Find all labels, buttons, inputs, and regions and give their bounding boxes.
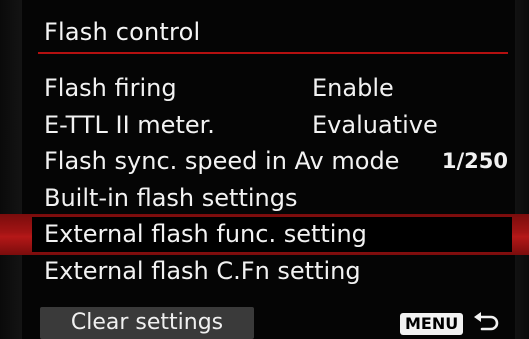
menu-item-flash-firing[interactable]: Flash firing Enable [24,70,516,107]
menu-item-flash-sync-speed[interactable]: Flash sync. speed in Av mode 1/250 [24,143,516,180]
footer-bar: Clear settings MENU [0,305,529,339]
camera-screen: Flash control Flash firing Enable E-TTL … [0,0,529,339]
page-title: Flash control [44,18,201,46]
menu-back-button[interactable]: MENU [400,311,500,335]
menu-item-external-flash-func[interactable]: External flash func. setting [0,214,529,254]
menu-item-label: External flash func. setting [44,220,367,248]
menu-item-value: Enable [312,74,394,102]
clear-settings-button[interactable]: Clear settings [40,307,254,339]
menu-item-label: E-TTL II meter. [44,110,215,139]
title-bar: Flash control [24,14,516,54]
menu-item-label: External flash C.Fn setting [44,256,361,285]
screen-bezel-right [515,0,529,339]
menu-item-value: 1/250 [441,149,508,173]
title-divider [38,52,508,54]
menu-item-value: Evaluative [312,110,438,139]
return-arrow-icon [472,311,500,337]
menu-item-ettl-meter[interactable]: E-TTL II meter. Evaluative [24,107,516,144]
menu-item-built-in-flash[interactable]: Built-in flash settings [24,180,516,217]
menu-badge: MENU [400,313,464,335]
screen-bezel-left [0,0,22,339]
settings-menu: Flash firing Enable E-TTL II meter. Eval… [0,70,529,290]
menu-item-label: Flash sync. speed in Av mode [44,147,400,175]
menu-item-external-flash-cfn[interactable]: External flash C.Fn setting [24,253,516,290]
menu-item-label: Built-in flash settings [44,183,298,212]
menu-item-label: Flash firing [44,74,177,102]
